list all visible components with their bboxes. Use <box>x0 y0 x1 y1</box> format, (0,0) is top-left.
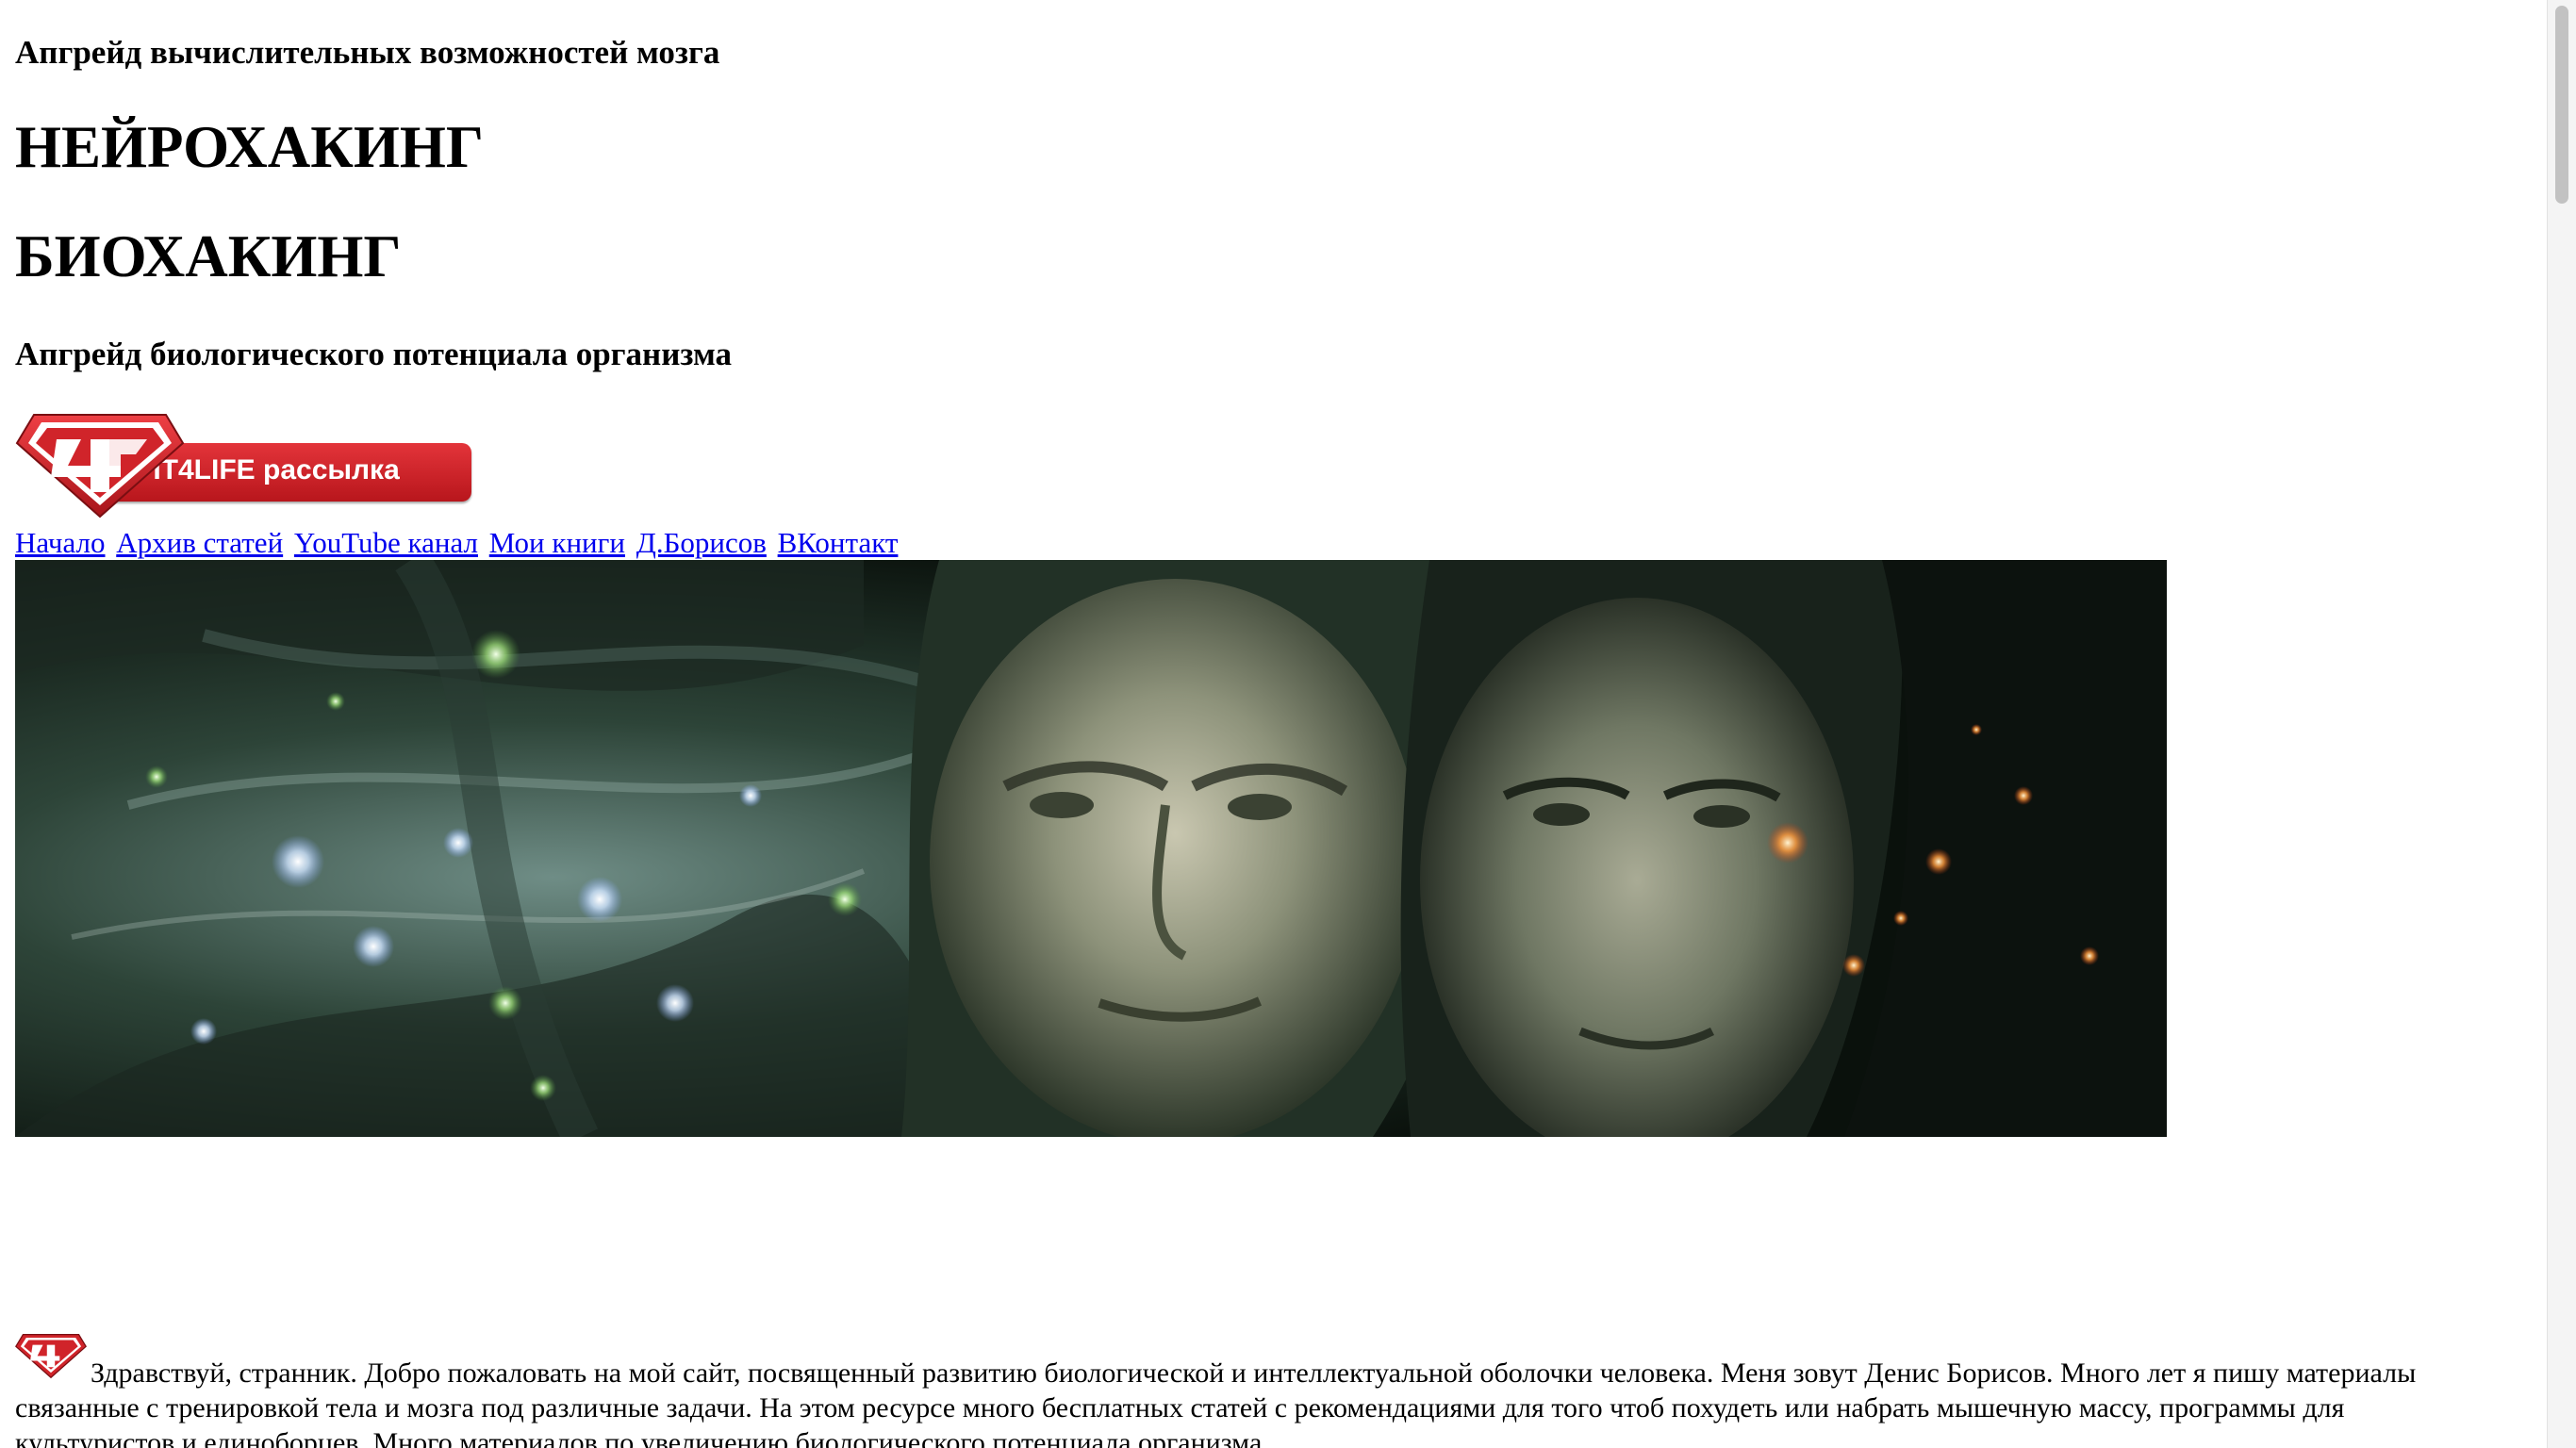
fit4life-diamond-logo-icon <box>15 414 185 518</box>
site-title-biohacking: БИОХАКИНГ <box>15 223 402 289</box>
scrollbar-thumb[interactable] <box>2555 6 2568 204</box>
fit4life-mini-logo-icon <box>15 1333 87 1379</box>
newsletter-banner-link[interactable]: FIT4LIFE рассылка <box>15 411 473 518</box>
nav-link-home[interactable]: Начало <box>15 526 106 559</box>
hero-banner-artwork <box>15 560 2167 1137</box>
intro-paragraph: Здравствуй, странник. Добро пожаловать н… <box>15 1329 2504 1448</box>
hero-banner-image <box>15 560 2167 1137</box>
site-tagline-top: Апгрейд вычислительных возможностей мозг… <box>15 34 720 71</box>
main-navigation: Начало Архив статей YouTube канал Мои кн… <box>15 524 901 562</box>
nav-link-vkontakte[interactable]: ВКонтакт <box>778 526 899 559</box>
site-tagline-bottom: Апгрейд биологического потенциала органи… <box>15 336 733 372</box>
vertical-scrollbar[interactable] <box>2547 0 2576 1448</box>
site-title-neurohacking: НЕЙРОХАКИНГ <box>15 114 484 180</box>
nav-link-articles-archive[interactable]: Архив статей <box>116 526 283 559</box>
nav-link-author[interactable]: Д.Борисов <box>636 526 767 559</box>
nav-link-youtube-channel[interactable]: YouTube канал <box>294 526 478 559</box>
intro-text: Здравствуй, странник. Добро пожаловать н… <box>15 1358 2417 1448</box>
nav-link-my-books[interactable]: Мои книги <box>489 526 625 559</box>
